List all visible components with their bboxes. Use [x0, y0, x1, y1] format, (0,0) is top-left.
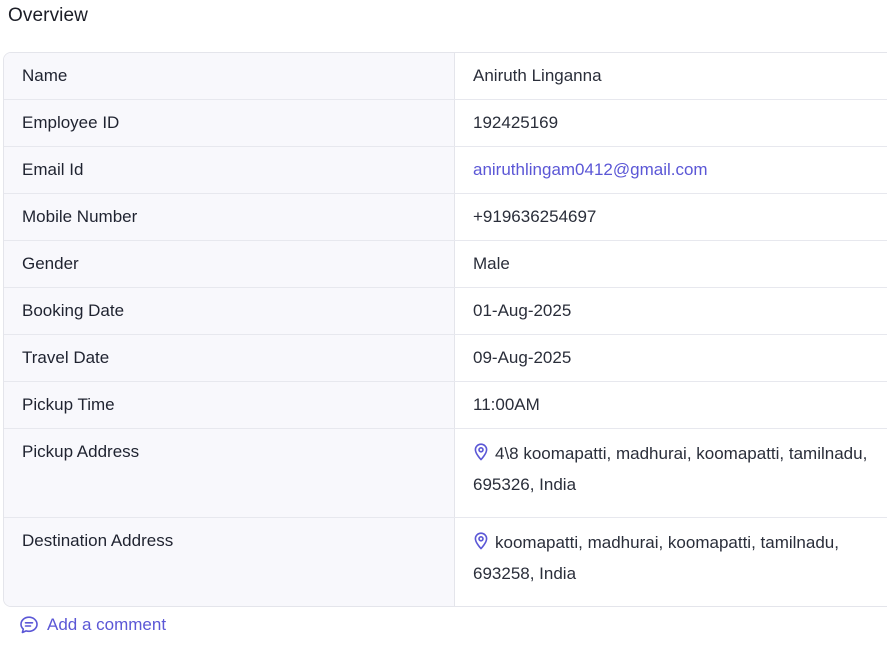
- row-label-pickup-time: Pickup Time: [4, 382, 455, 428]
- row-label-email: Email Id: [4, 147, 455, 193]
- row-label-destination-address: Destination Address: [4, 518, 455, 606]
- row-label-mobile: Mobile Number: [4, 194, 455, 240]
- row-value-travel-date: 09-Aug-2025: [473, 348, 572, 367]
- row-label-employee-id: Employee ID: [4, 100, 455, 146]
- table-row-name: Name Aniruth Linganna: [4, 53, 887, 99]
- table-row-pickup-address: Pickup Address 4\8 koomapatti, madhurai,…: [4, 428, 887, 517]
- row-value-email-wrap: aniruthlingam0412@gmail.com: [455, 147, 887, 193]
- table-row-travel-date: Travel Date 09-Aug-2025: [4, 334, 887, 381]
- destination-address-text: koomapatti, madhurai, koomapatti, tamiln…: [473, 533, 839, 583]
- details-table: Name Aniruth Linganna Employee ID 192425…: [3, 52, 887, 607]
- row-label-name: Name: [4, 53, 455, 99]
- location-pin-icon: [474, 443, 488, 461]
- row-label-gender: Gender: [4, 241, 455, 287]
- table-row-employee-id: Employee ID 192425169: [4, 99, 887, 146]
- table-row-pickup-time: Pickup Time 11:00AM: [4, 381, 887, 428]
- row-label-pickup-address: Pickup Address: [4, 429, 455, 517]
- location-pin-icon: [474, 532, 488, 550]
- row-label-booking-date: Booking Date: [4, 288, 455, 334]
- row-value-booking-date: 01-Aug-2025: [473, 301, 572, 320]
- table-row-gender: Gender Male: [4, 240, 887, 287]
- row-value-name: Aniruth Linganna: [473, 66, 602, 85]
- row-value-destination-address-wrap: koomapatti, madhurai, koomapatti, tamiln…: [455, 518, 887, 603]
- table-row-email: Email Id aniruthlingam0412@gmail.com: [4, 146, 887, 193]
- row-value-employee-id: 192425169: [473, 113, 559, 132]
- page-title: Overview: [8, 5, 88, 26]
- email-link[interactable]: aniruthlingam0412@gmail.com: [473, 160, 708, 179]
- add-comment-button[interactable]: Add a comment: [19, 615, 166, 635]
- comment-icon: [20, 616, 38, 634]
- row-value-gender: Male: [473, 254, 510, 273]
- overview-page: Overview Name Aniruth Linganna Employee …: [0, 0, 887, 653]
- table-row-booking-date: Booking Date 01-Aug-2025: [4, 287, 887, 334]
- add-comment-label: Add a comment: [47, 615, 167, 634]
- row-value-pickup-time: 11:00AM: [473, 395, 540, 414]
- table-row-destination-address: Destination Address koomapatti, madhurai…: [4, 517, 887, 606]
- row-label-travel-date: Travel Date: [4, 335, 455, 381]
- table-row-mobile: Mobile Number +919636254697: [4, 193, 887, 240]
- row-value-mobile: +919636254697: [473, 207, 597, 226]
- pickup-address-text: 4\8 koomapatti, madhurai, koomapatti, ta…: [473, 444, 868, 494]
- row-value-pickup-address-wrap: 4\8 koomapatti, madhurai, koomapatti, ta…: [455, 429, 887, 514]
